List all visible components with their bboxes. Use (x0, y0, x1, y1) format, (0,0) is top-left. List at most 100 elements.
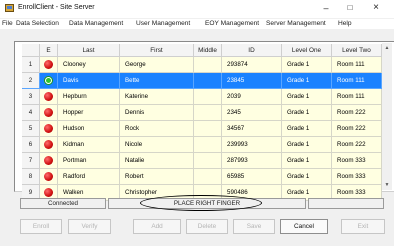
header-level-two[interactable]: Level Two (332, 44, 382, 57)
middle-name-cell (194, 153, 222, 169)
not-enrolled-status-icon (44, 92, 53, 101)
row-number-cell[interactable]: 1 (22, 57, 40, 73)
first-name-cell: Robert (120, 169, 194, 185)
student-id-cell: 65985 (222, 169, 282, 185)
header-level-one[interactable]: Level One (282, 44, 332, 57)
last-name-cell: Portman (58, 153, 120, 169)
not-enrolled-status-icon (44, 108, 53, 117)
app-icon (5, 4, 14, 12)
level-two-cell: Room 222 (332, 137, 382, 153)
level-one-cell: Grade 1 (282, 169, 332, 185)
enroll-status-cell (40, 105, 58, 121)
level-two-cell: Room 111 (332, 57, 382, 73)
student-id-cell: 293874 (222, 57, 282, 73)
menu-data-selection[interactable]: Data Selection (16, 20, 59, 27)
verify-button[interactable]: Verify (68, 219, 111, 234)
enroll-status-cell (40, 121, 58, 137)
grid-header: E Last First Middle ID Level One Level T… (22, 44, 382, 57)
level-two-cell: Room 111 (332, 73, 382, 89)
grid-body: 1 Clooney George 293874 Grade 1 Room 111 2 Davi… (22, 57, 382, 201)
middle-name-cell (194, 137, 222, 153)
enroll-status-cell (40, 137, 58, 153)
table-row[interactable]: 7 Portman Natalie 287993 Grade 1 Room 333 (22, 153, 382, 169)
scroll-down-icon[interactable]: ▼ (382, 180, 392, 190)
not-enrolled-status-icon (44, 156, 53, 165)
enroll-status-cell (40, 153, 58, 169)
minimize-button[interactable]: – (318, 2, 334, 14)
last-name-cell: Kidman (58, 137, 120, 153)
level-one-cell: Grade 1 (282, 137, 332, 153)
level-two-cell: Room 222 (332, 121, 382, 137)
first-name-cell: George (120, 57, 194, 73)
table-row[interactable]: 1 Clooney George 293874 Grade 1 Room 111 (22, 57, 382, 73)
not-enrolled-status-icon (44, 60, 53, 69)
student-id-cell: 34567 (222, 121, 282, 137)
vertical-scrollbar[interactable]: ▲ ▼ (382, 43, 392, 190)
exit-button[interactable]: Exit (341, 219, 385, 234)
row-number-cell[interactable]: 4 (22, 105, 40, 121)
student-grid: E Last First Middle ID Level One Level T… (14, 41, 394, 201)
enroll-status-cell (40, 73, 58, 89)
enroll-status-cell (40, 57, 58, 73)
enroll-button[interactable]: Enroll (20, 219, 62, 234)
student-id-cell: 287993 (222, 153, 282, 169)
not-enrolled-status-icon (44, 188, 53, 197)
header-last[interactable]: Last (58, 44, 120, 57)
first-name-cell: Natalie (120, 153, 194, 169)
row-number-cell[interactable]: 2 (22, 73, 40, 89)
middle-name-cell (194, 89, 222, 105)
table-row[interactable]: 3 Hepburn Katerine 2039 Grade 1 Room 111 (22, 89, 382, 105)
level-one-cell: Grade 1 (282, 153, 332, 169)
row-number-cell[interactable]: 8 (22, 169, 40, 185)
add-button[interactable]: Add (133, 219, 181, 234)
level-two-cell: Room 111 (332, 89, 382, 105)
window-title: EnrollClient - Site Server (18, 4, 95, 11)
first-name-cell: Rock (120, 121, 194, 137)
not-enrolled-status-icon (44, 140, 53, 149)
menu-file[interactable]: File (2, 20, 13, 27)
student-id-cell: 2345 (222, 105, 282, 121)
row-number-cell[interactable]: 7 (22, 153, 40, 169)
row-number-cell[interactable]: 5 (22, 121, 40, 137)
cancel-button[interactable]: Cancel (280, 219, 328, 234)
menu-bar: File Data Selection Data Management User… (0, 19, 394, 29)
enrolled-status-icon (44, 76, 53, 85)
first-name-cell: Bette (120, 73, 194, 89)
header-middle[interactable]: Middle (194, 44, 222, 57)
scroll-up-icon[interactable]: ▲ (382, 43, 392, 53)
delete-button[interactable]: Delete (186, 219, 228, 234)
student-id-cell: 239993 (222, 137, 282, 153)
menu-server-management[interactable]: Server Management (266, 20, 326, 27)
table-row[interactable]: 4 Hopper Dennis 2345 Grade 1 Room 222 (22, 105, 382, 121)
last-name-cell: Radford (58, 169, 120, 185)
menu-user-management[interactable]: User Management (136, 20, 190, 27)
row-number-cell[interactable]: 3 (22, 89, 40, 105)
level-one-cell: Grade 1 (282, 89, 332, 105)
middle-name-cell (194, 73, 222, 89)
maximize-button[interactable]: □ (342, 2, 358, 14)
level-two-cell: Room 333 (332, 169, 382, 185)
title-bar: EnrollClient - Site Server – □ × (0, 0, 394, 18)
save-button[interactable]: Save (233, 219, 275, 234)
enroll-status-cell (40, 89, 58, 105)
header-first[interactable]: First (120, 44, 194, 57)
table-row[interactable]: 6 Kidman Nicole 239993 Grade 1 Room 222 (22, 137, 382, 153)
table-row[interactable]: 8 Radford Robert 65985 Grade 1 Room 333 (22, 169, 382, 185)
table-row[interactable]: 5 Hudson Rock 34567 Grade 1 Room 222 (22, 121, 382, 137)
status-extra (308, 198, 384, 209)
menu-help[interactable]: Help (338, 20, 352, 27)
student-id-cell: 23845 (222, 73, 282, 89)
last-name-cell: Clooney (58, 57, 120, 73)
first-name-cell: Nicole (120, 137, 194, 153)
menu-data-management[interactable]: Data Management (69, 20, 123, 27)
header-id[interactable]: ID (222, 44, 282, 57)
row-number-cell[interactable]: 6 (22, 137, 40, 153)
menu-eoy-management[interactable]: EOY Management (205, 20, 259, 27)
header-enrolled[interactable]: E (40, 44, 58, 57)
first-name-cell: Katerine (120, 89, 194, 105)
last-name-cell: Hudson (58, 121, 120, 137)
close-button[interactable]: × (368, 2, 384, 14)
table-row[interactable]: 2 Davis Bette 23845 Grade 1 Room 111 (22, 73, 382, 89)
level-two-cell: Room 222 (332, 105, 382, 121)
first-name-cell: Dennis (120, 105, 194, 121)
